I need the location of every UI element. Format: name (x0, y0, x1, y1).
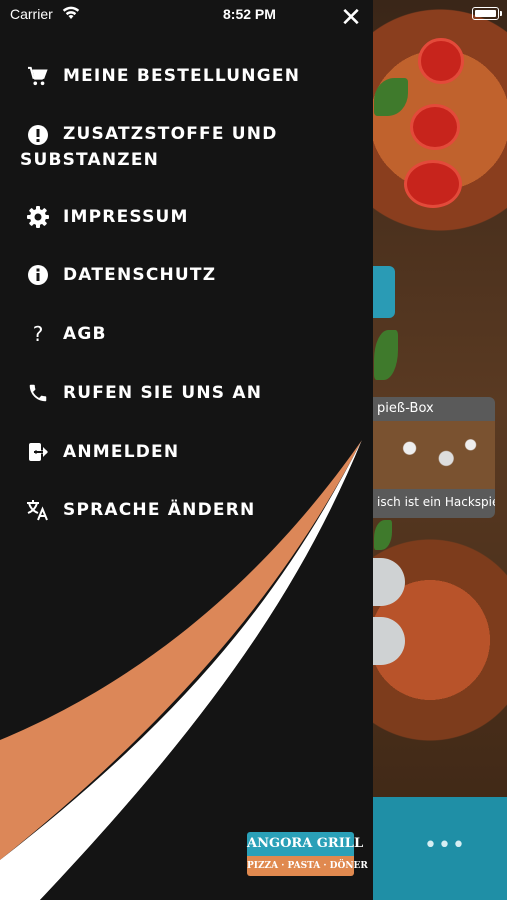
menu-item-datenschutz[interactable]: DATENSCHUTZ (0, 262, 373, 290)
quantity-control[interactable] (373, 558, 405, 606)
close-icon: ✕ (340, 3, 362, 33)
navigation-drawer: MEINE BESTELLUNGEN ZUSATZSTOFFE UND SUBS… (0, 0, 373, 900)
menu-item-meine-bestellungen[interactable]: MEINE BESTELLUNGEN (0, 63, 373, 91)
close-button[interactable]: ✕ (334, 4, 368, 34)
product-card[interactable]: pieß-Box isch ist ein Hackspie… (373, 397, 495, 518)
phone-icon (25, 380, 51, 406)
logo-name: ANGORA GRILL (247, 832, 363, 856)
info-icon (25, 262, 51, 288)
menu-item-label: DATENSCHUTZ (63, 265, 217, 285)
tomato-image (418, 38, 464, 84)
more-button[interactable]: ••• (424, 833, 466, 858)
tomato-image (410, 104, 460, 150)
gear-icon (25, 204, 51, 230)
carrier-label: Carrier (10, 6, 53, 22)
tomato-image (404, 160, 462, 208)
menu-item-label: ZUSATZSTOFFE UND SUBSTANZEN (20, 124, 278, 170)
battery-icon (472, 7, 499, 20)
status-bar: Carrier 8:52 PM (0, 0, 507, 28)
menu-item-label: MEINE BESTELLUNGEN (63, 66, 301, 86)
battery-tip (500, 11, 502, 16)
menu-item-sprache-aendern[interactable]: SPRACHE ÄNDERN (0, 497, 373, 525)
wifi-icon (62, 6, 80, 19)
menu-item-label: IMPRESSUM (63, 207, 189, 227)
quantity-control[interactable] (373, 617, 405, 665)
angora-grill-logo: ANGORA GRILL PIZZA · PASTA · DÖNER (247, 832, 368, 876)
menu-item-label: RUFEN SIE UNS AN (63, 383, 263, 403)
menu-item-label: SPRACHE ÄNDERN (63, 500, 256, 520)
menu-item-label: AGB (63, 324, 107, 344)
logo-tagline: PIZZA · PASTA · DÖNER (247, 856, 368, 876)
menu-item-rufen-sie-uns-an[interactable]: RUFEN SIE UNS AN (0, 380, 373, 408)
menu-item-label: ANMELDEN (63, 442, 180, 462)
menu-item-impressum[interactable]: IMPRESSUM (0, 204, 373, 232)
status-time: 8:52 PM (223, 6, 276, 22)
cart-icon (25, 63, 51, 89)
menu-item-agb[interactable]: ? AGB (0, 321, 373, 349)
menu-item-zusatzstoffe[interactable]: ZUSATZSTOFFE UND SUBSTANZEN (0, 121, 373, 175)
product-description: isch ist ein Hackspie… (377, 495, 495, 509)
menu-item-anmelden[interactable]: ANMELDEN (0, 439, 373, 467)
product-title: pieß-Box (377, 401, 434, 416)
translate-icon (25, 497, 51, 523)
basil-image (374, 78, 408, 116)
basil-image (374, 520, 392, 550)
product-image (373, 421, 495, 489)
basil-image (374, 330, 398, 380)
category-tab[interactable] (373, 266, 395, 318)
login-icon (25, 439, 51, 465)
question-icon: ? (32, 322, 44, 346)
